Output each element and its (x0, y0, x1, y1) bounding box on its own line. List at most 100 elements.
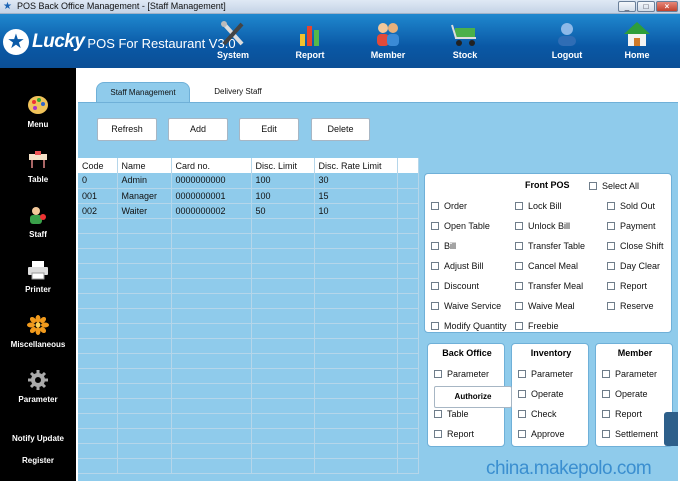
front-pos-checkbox[interactable]: Order (431, 201, 467, 211)
close-button[interactable]: × (656, 1, 678, 12)
table-row[interactable]: 0 Admin 0000000000 100 30 (78, 173, 419, 189)
checkbox-label: Bill (444, 241, 457, 251)
front-pos-checkbox[interactable]: Payment (607, 221, 656, 231)
front-pos-checkbox[interactable]: Modify Quantity (431, 321, 507, 331)
checkbox-box (431, 282, 439, 290)
cell-empty (251, 428, 315, 444)
column-header-extra (397, 158, 419, 173)
side-scroll-handle[interactable] (664, 412, 678, 446)
table-row[interactable]: 002 Waiter 0000000002 50 10 (78, 203, 419, 219)
authorize-button[interactable]: Authorize (434, 386, 512, 408)
cell-empty (78, 443, 118, 459)
sidebar-item-staff[interactable]: Staff (0, 205, 76, 239)
back-office-checkbox[interactable]: Table (434, 409, 469, 419)
inventory-checkbox[interactable]: Approve (518, 429, 565, 439)
front-pos-checkbox[interactable]: Cancel Meal (515, 261, 578, 271)
front-pos-checkbox[interactable]: Transfer Table (515, 241, 585, 251)
cell-empty (171, 278, 252, 294)
table-row[interactable]: 001 Manager 0000000001 100 15 (78, 188, 419, 204)
front-pos-checkbox[interactable]: Freebie (515, 321, 559, 331)
front-pos-checkbox[interactable]: Report (607, 281, 647, 291)
front-pos-checkbox[interactable]: Close Shift (607, 241, 664, 251)
tools-icon (221, 21, 244, 46)
back-office-checkbox[interactable]: Parameter (434, 369, 489, 379)
column-header-card-no[interactable]: Card no. (171, 158, 252, 173)
inventory-checkbox[interactable]: Check (518, 409, 557, 419)
register-link[interactable]: Register (0, 456, 76, 465)
empty-row (78, 248, 419, 264)
printer-icon (28, 261, 48, 280)
maximize-button[interactable]: □ (637, 1, 655, 12)
palette-icon (28, 96, 48, 114)
column-header-disc-limit[interactable]: Disc. Limit (251, 158, 315, 173)
front-pos-checkbox[interactable]: Discount (431, 281, 479, 291)
cell-empty (171, 293, 252, 309)
front-pos-checkbox[interactable]: Sold Out (607, 201, 655, 211)
front-pos-checkbox[interactable]: Transfer Meal (515, 281, 583, 291)
front-pos-checkbox[interactable]: Unlock Bill (515, 221, 570, 231)
staff-grid[interactable]: Code Name Card no. Disc. Limit Disc. Rat… (78, 158, 419, 481)
cell-empty (314, 368, 398, 384)
column-header-disc-rate-limit[interactable]: Disc. Rate Limit (314, 158, 398, 173)
empty-row (78, 383, 419, 399)
cell-empty (117, 353, 172, 369)
cell-empty (314, 338, 398, 354)
sidebar-item-menu[interactable]: Menu (0, 95, 76, 129)
column-header-name[interactable]: Name (117, 158, 172, 173)
member-title: Member (617, 348, 653, 358)
edit-button[interactable]: Edit (239, 118, 299, 141)
inventory-checkbox[interactable]: Parameter (518, 369, 573, 379)
refresh-button[interactable]: Refresh (97, 118, 157, 141)
member-group-icon (377, 23, 399, 46)
inventory-checkbox[interactable]: Operate (518, 389, 564, 399)
front-pos-checkbox[interactable]: Waive Service (431, 301, 501, 311)
tab-staff-management[interactable]: Staff Management (96, 82, 190, 102)
cell-name: Waiter (117, 203, 172, 219)
front-pos-checkbox[interactable]: Open Table (431, 221, 490, 231)
nav-home[interactable]: Home (607, 16, 667, 64)
front-pos-checkbox[interactable]: Bill (431, 241, 456, 251)
nav-report[interactable]: Report (280, 16, 340, 64)
cell-empty (397, 338, 419, 354)
cell-empty (117, 428, 172, 444)
tab-delivery-staff[interactable]: Delivery Staff (194, 82, 282, 102)
checkbox-box (515, 202, 523, 210)
sidebar: Menu Table Staff Printer Miscellaneous P… (0, 68, 76, 481)
minimize-button[interactable]: _ (618, 1, 636, 12)
cell-empty (397, 428, 419, 444)
cell-empty (171, 398, 252, 414)
front-pos-checkbox[interactable]: Waive Meal (515, 301, 575, 311)
sidebar-item-parameter[interactable]: Parameter (0, 370, 76, 404)
column-header-code[interactable]: Code (78, 158, 118, 173)
delete-button[interactable]: Delete (311, 118, 370, 141)
back-office-checkbox[interactable]: Report (434, 429, 474, 439)
checkbox-box (602, 430, 610, 438)
cell-empty (397, 278, 419, 294)
add-button[interactable]: Add (168, 118, 228, 141)
nav-system[interactable]: System (203, 16, 263, 64)
front-pos-checkbox[interactable]: Day Clear (607, 261, 660, 271)
member-checkbox[interactable]: Report (602, 409, 642, 419)
front-pos-checkbox[interactable]: Lock Bill (515, 201, 562, 211)
sidebar-item-printer[interactable]: Printer (0, 260, 76, 294)
member-checkbox[interactable]: Parameter (602, 369, 657, 379)
app-star-icon: ★ (3, 1, 12, 12)
checkbox-box (515, 282, 523, 290)
nav-member[interactable]: Member (358, 16, 418, 64)
cell-empty (171, 428, 252, 444)
front-pos-checkbox[interactable]: Reserve (607, 301, 654, 311)
select-all-checkbox[interactable]: Select All (589, 181, 639, 191)
cell-empty (251, 248, 315, 264)
cell-code: 002 (78, 203, 118, 219)
cell-empty (251, 323, 315, 339)
nav-stock[interactable]: Stock (435, 16, 495, 64)
notify-update-link[interactable]: Notify Update (0, 434, 76, 443)
front-pos-checkbox[interactable]: Adjust Bill (431, 261, 484, 271)
sidebar-item-miscellaneous[interactable]: Miscellaneous (0, 315, 76, 349)
checkbox-label: Reserve (620, 301, 654, 311)
nav-report-label: Report (295, 50, 325, 60)
nav-logout[interactable]: Logout (537, 16, 597, 64)
member-checkbox[interactable]: Operate (602, 389, 648, 399)
member-checkbox[interactable]: Settlement (602, 429, 658, 439)
sidebar-item-table[interactable]: Table (0, 150, 76, 184)
